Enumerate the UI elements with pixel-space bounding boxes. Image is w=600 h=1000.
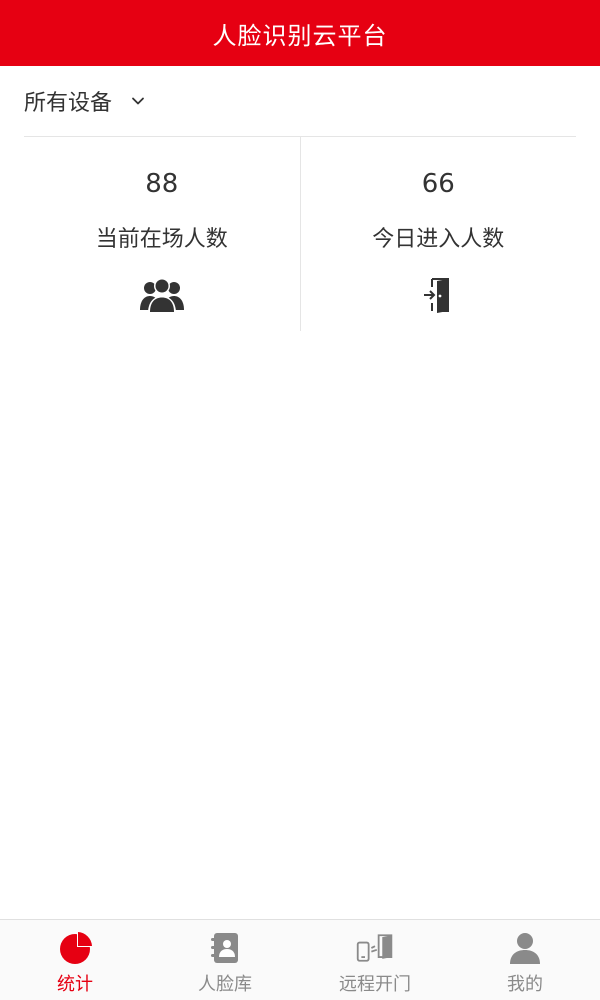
chevron-down-icon: [130, 93, 146, 109]
tab-remote-door[interactable]: 远程开门: [300, 920, 450, 1000]
tab-label: 我的: [507, 974, 543, 995]
device-filter-dropdown[interactable]: 所有设备: [24, 66, 576, 137]
tab-face-library[interactable]: 人脸库: [150, 920, 300, 1000]
tab-statistics[interactable]: 统计: [0, 920, 150, 1000]
door-enter-icon: [416, 275, 460, 315]
stats-panel: 88 当前在场人数 66 今日进入人数: [24, 137, 576, 331]
app-header: 人脸识别云平台: [0, 0, 600, 66]
contacts-book-icon: [205, 930, 245, 966]
stat-today-entered: 66 今日进入人数: [299, 137, 577, 331]
pie-chart-icon: [55, 930, 95, 966]
device-filter-label: 所有设备: [24, 91, 113, 116]
stat-label: 当前在场人数: [95, 227, 228, 252]
bottom-tab-bar: 统计 人脸库 远程开门 我的: [0, 919, 600, 1000]
stat-value: 88: [145, 169, 179, 199]
tab-label: 人脸库: [198, 974, 252, 995]
tab-label: 统计: [57, 974, 93, 995]
remote-door-icon: [355, 930, 395, 966]
tab-label: 远程开门: [339, 974, 411, 995]
app-root: 人脸识别云平台 所有设备 88 当前在场人数 66 今日进入人数 统计 人脸库 …: [0, 0, 600, 1000]
people-group-icon: [139, 275, 184, 315]
stat-current-present: 88 当前在场人数: [24, 137, 300, 331]
user-icon: [505, 930, 545, 966]
page-title: 人脸识别云平台: [212, 21, 388, 50]
stat-value: 66: [421, 169, 455, 199]
stat-label: 今日进入人数: [372, 227, 505, 252]
tab-profile[interactable]: 我的: [450, 920, 600, 1000]
